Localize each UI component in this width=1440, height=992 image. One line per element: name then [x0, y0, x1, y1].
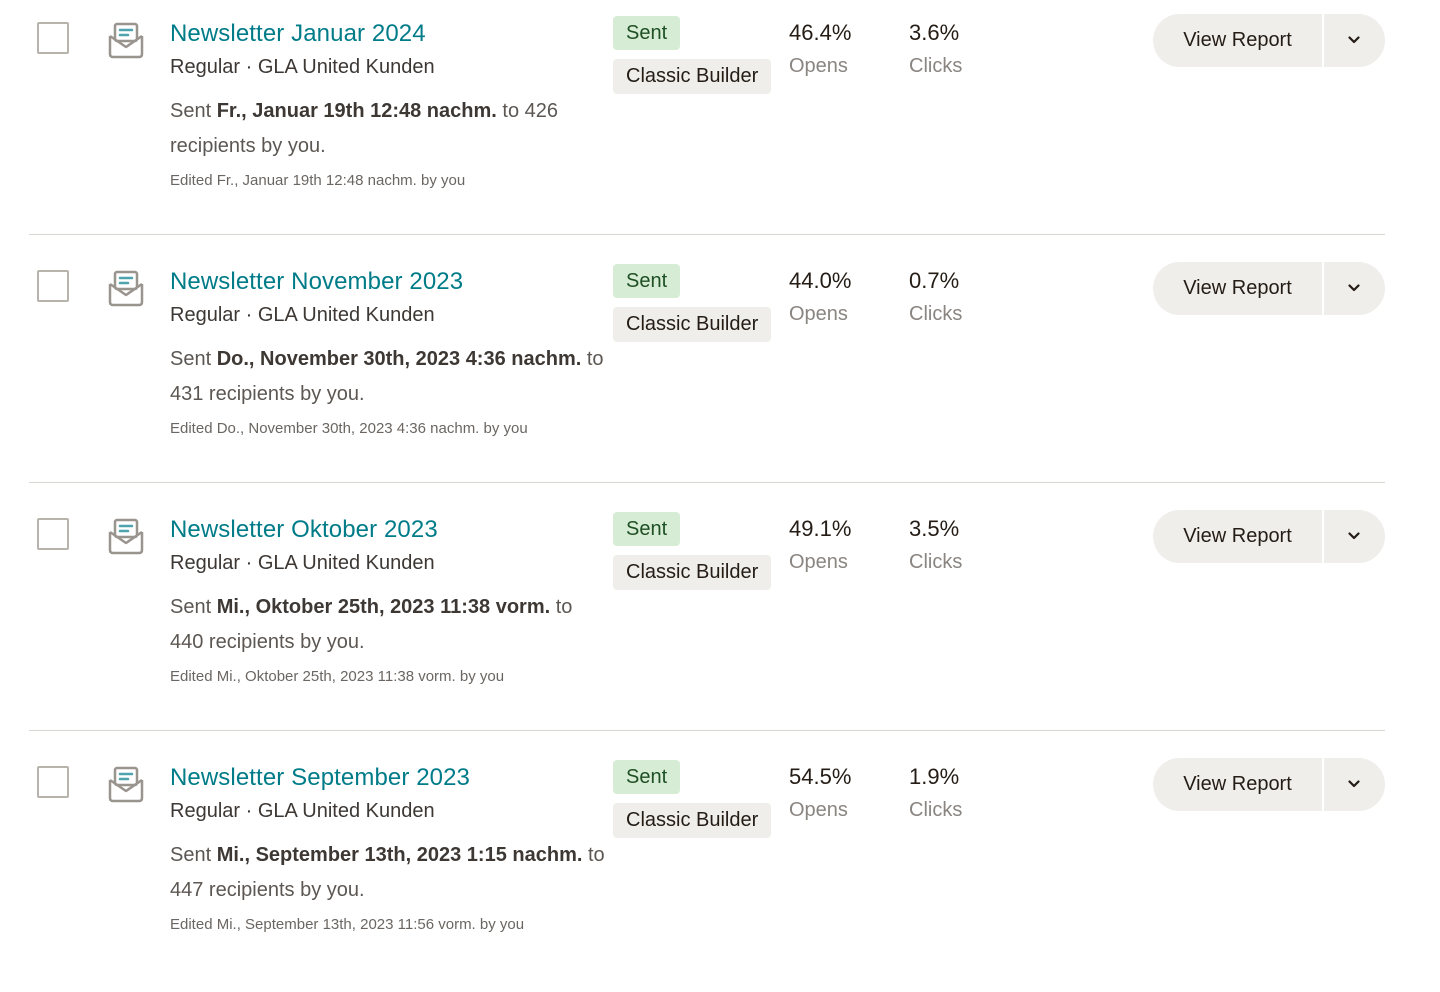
- sent-info: Sent Mi., Oktober 25th, 2023 11:38 vorm.…: [170, 590, 610, 660]
- email-envelope-icon: [108, 22, 144, 59]
- campaign-row: Newsletter November 2023 Regular · GLA U…: [0, 248, 1440, 496]
- opens-label: Opens: [789, 799, 848, 821]
- clicks-rate: 3.5%: [909, 516, 960, 541]
- chevron-down-icon: [1348, 780, 1360, 788]
- edited-info: Edited Fr., Januar 19th 12:48 nachm. by …: [170, 172, 466, 189]
- email-envelope-icon: [108, 518, 144, 555]
- row-checkbox[interactable]: [37, 766, 69, 798]
- view-report-button[interactable]: View Report: [1153, 510, 1322, 563]
- opens-rate: 49.1%: [789, 516, 852, 541]
- actions-dropdown-button[interactable]: [1324, 510, 1385, 563]
- opens-rate: 46.4%: [789, 20, 852, 45]
- row-divider: [29, 730, 1385, 731]
- edited-info: Edited Do., November 30th, 2023 4:36 nac…: [170, 420, 528, 437]
- status-badge: Sent: [613, 16, 681, 50]
- campaign-meta: Regular · GLA United Kunden: [170, 304, 435, 326]
- campaign-row: Newsletter September 2023 Regular · GLA …: [0, 744, 1440, 992]
- row-checkbox[interactable]: [37, 270, 69, 302]
- sent-date: Fr., Januar 19th 12:48 nachm.: [216, 100, 497, 122]
- row-divider: [29, 482, 1385, 483]
- builder-badge: Classic Builder: [613, 555, 772, 590]
- view-report-button[interactable]: View Report: [1153, 262, 1322, 315]
- status-badge: Sent: [613, 760, 681, 794]
- clicks-rate: 0.7%: [909, 268, 960, 293]
- sent-prefix: Sent: [170, 596, 217, 618]
- opens-label: Opens: [789, 303, 848, 325]
- report-button-group: View Report: [1153, 758, 1385, 811]
- email-envelope-icon: [108, 270, 144, 307]
- chevron-down-icon: [1348, 36, 1360, 44]
- view-report-button[interactable]: View Report: [1153, 14, 1322, 67]
- clicks-label: Clicks: [909, 551, 963, 573]
- campaign-title-link[interactable]: Newsletter September 2023: [170, 764, 470, 792]
- opens-label: Opens: [789, 55, 848, 77]
- clicks-label: Clicks: [909, 303, 963, 325]
- edited-info: Edited Mi., Oktober 25th, 2023 11:38 vor…: [170, 668, 505, 685]
- sent-date: Do., November 30th, 2023 4:36 nachm.: [216, 348, 582, 370]
- view-report-button[interactable]: View Report: [1153, 758, 1322, 811]
- chevron-down-icon: [1348, 532, 1360, 540]
- report-button-group: View Report: [1153, 262, 1385, 315]
- builder-badge: Classic Builder: [613, 59, 772, 94]
- actions-dropdown-button[interactable]: [1324, 262, 1385, 315]
- clicks-label: Clicks: [909, 799, 963, 821]
- row-checkbox[interactable]: [37, 518, 69, 550]
- opens-rate: 44.0%: [789, 268, 852, 293]
- opens-label: Opens: [789, 551, 848, 573]
- campaign-meta: Regular · GLA United Kunden: [170, 56, 435, 78]
- sent-info: Sent Do., November 30th, 2023 4:36 nachm…: [170, 342, 610, 412]
- report-button-group: View Report: [1153, 510, 1385, 563]
- clicks-label: Clicks: [909, 55, 963, 77]
- actions-dropdown-button[interactable]: [1324, 14, 1385, 67]
- clicks-rate: 3.6%: [909, 20, 960, 45]
- email-envelope-icon: [108, 766, 144, 803]
- campaign-title-link[interactable]: Newsletter Oktober 2023: [170, 516, 438, 544]
- status-badge: Sent: [613, 264, 681, 298]
- row-checkbox[interactable]: [37, 22, 69, 54]
- builder-badge: Classic Builder: [613, 307, 772, 342]
- chevron-down-icon: [1348, 284, 1360, 292]
- row-divider: [29, 234, 1385, 235]
- sent-info: Sent Mi., September 13th, 2023 1:15 nach…: [170, 838, 610, 908]
- sent-date: Mi., Oktober 25th, 2023 11:38 vorm.: [216, 596, 551, 618]
- sent-prefix: Sent: [170, 348, 217, 370]
- sent-prefix: Sent: [170, 100, 217, 122]
- opens-rate: 54.5%: [789, 764, 852, 789]
- builder-badge: Classic Builder: [613, 803, 772, 838]
- sent-prefix: Sent: [170, 844, 217, 866]
- campaign-meta: Regular · GLA United Kunden: [170, 800, 435, 822]
- report-button-group: View Report: [1153, 14, 1385, 67]
- campaign-title-link[interactable]: Newsletter Januar 2024: [170, 20, 426, 48]
- campaign-row: Newsletter Oktober 2023 Regular · GLA Un…: [0, 496, 1440, 744]
- campaign-row: Newsletter Januar 2024 Regular · GLA Uni…: [0, 0, 1440, 248]
- edited-info: Edited Mi., September 13th, 2023 11:56 v…: [170, 916, 525, 933]
- sent-info: Sent Fr., Januar 19th 12:48 nachm. to 42…: [170, 94, 610, 164]
- campaign-meta: Regular · GLA United Kunden: [170, 552, 435, 574]
- status-badge: Sent: [613, 512, 681, 546]
- campaign-title-link[interactable]: Newsletter November 2023: [170, 268, 463, 296]
- clicks-rate: 1.9%: [909, 764, 960, 789]
- sent-date: Mi., September 13th, 2023 1:15 nachm.: [216, 844, 583, 866]
- actions-dropdown-button[interactable]: [1324, 758, 1385, 811]
